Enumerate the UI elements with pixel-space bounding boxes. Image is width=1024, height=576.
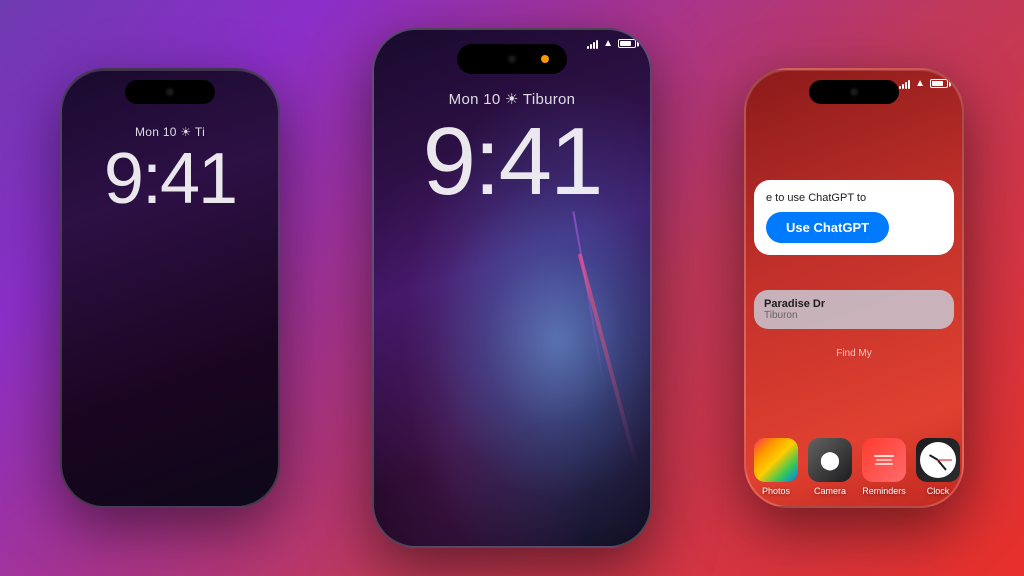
- chatgpt-card: e to use ChatGPT to Use ChatGPT: [754, 180, 954, 255]
- signal-bar-3: [593, 42, 595, 49]
- dynamic-island-center: [457, 44, 567, 74]
- app-item-photos[interactable]: Photos: [754, 438, 798, 496]
- photos-app-label: Photos: [762, 486, 790, 496]
- battery-fill-right: [932, 81, 943, 86]
- wifi-icon-center: ▲: [603, 38, 613, 49]
- maps-address: Paradise Dr: [764, 298, 944, 310]
- app-item-reminders[interactable]: Reminders: [862, 438, 906, 496]
- weather-location-center: Tiburon: [523, 91, 575, 108]
- clock-app-label: Clock: [927, 486, 950, 496]
- phone-right: ▲ e to use ChatGPT to Use ChatGPT Paradi…: [744, 68, 964, 508]
- weather-line-center: Mon 10 ☀ Tiburon: [374, 90, 650, 108]
- signal-bar-4: [596, 40, 598, 49]
- signal-bar-r3: [905, 82, 907, 89]
- app-item-clock[interactable]: Clock: [916, 438, 960, 496]
- chatgpt-use-button[interactable]: Use ChatGPT: [766, 212, 889, 243]
- photos-app-icon: [754, 438, 798, 482]
- battery-icon-center: [618, 39, 636, 48]
- clock-minute-hand: [937, 460, 947, 471]
- clock-app-icon: [916, 438, 960, 482]
- reminders-app-label: Reminders: [862, 486, 906, 496]
- chatgpt-subtitle: e to use ChatGPT to: [766, 192, 942, 204]
- dynamic-island-left: [125, 80, 215, 104]
- signal-bars-right: [899, 79, 910, 89]
- signal-bars-center: [587, 39, 598, 49]
- camera-dot-center: [507, 54, 517, 64]
- battery-fill-center: [620, 41, 631, 46]
- phones-container: Mon 10 ☀ Ti 9:41 🗺 Get directions Home ♪…: [0, 0, 1024, 576]
- orange-dot-center: [541, 55, 549, 63]
- camera-dot-right: [849, 87, 859, 97]
- camera-app-icon: ⬤: [808, 438, 852, 482]
- findmy-label: Find My: [746, 348, 962, 359]
- time-display-left: 9:41: [62, 143, 278, 215]
- dynamic-island-right: [809, 80, 899, 104]
- phone-center: ▲ Mon 10 ☀ Tiburon 9:41: [372, 28, 652, 548]
- signal-bar-r1: [899, 86, 901, 89]
- battery-icon-right: [930, 79, 948, 88]
- maps-city: Tiburon: [764, 310, 944, 321]
- time-display-center: 9:41: [374, 114, 650, 210]
- weather-line-left: Mon 10 ☀ Ti: [62, 125, 278, 139]
- maps-widget[interactable]: Paradise Dr Tiburon: [754, 290, 954, 329]
- signal-bar-r2: [902, 84, 904, 89]
- clock-second-hand: [938, 460, 952, 461]
- reminders-app-icon: [862, 438, 906, 482]
- clock-face: [920, 442, 956, 478]
- signal-bar-2: [590, 44, 592, 49]
- weather-icon-center: ☀: [505, 91, 523, 108]
- weather-prefix-center: Mon 10: [449, 91, 501, 108]
- signal-bar-1: [587, 46, 589, 49]
- app-grid: Photos ⬤ Camera Reminders: [754, 438, 954, 496]
- camera-app-label: Camera: [814, 486, 846, 496]
- signal-bar-r4: [908, 80, 910, 89]
- app-item-camera[interactable]: ⬤ Camera: [808, 438, 852, 496]
- wifi-icon-right: ▲: [915, 78, 925, 89]
- camera-dot-left: [165, 87, 175, 97]
- phone-left: Mon 10 ☀ Ti 9:41 🗺 Get directions Home ♪…: [60, 68, 280, 508]
- lock-screen-left: Mon 10 ☀ Ti 9:41: [62, 125, 278, 215]
